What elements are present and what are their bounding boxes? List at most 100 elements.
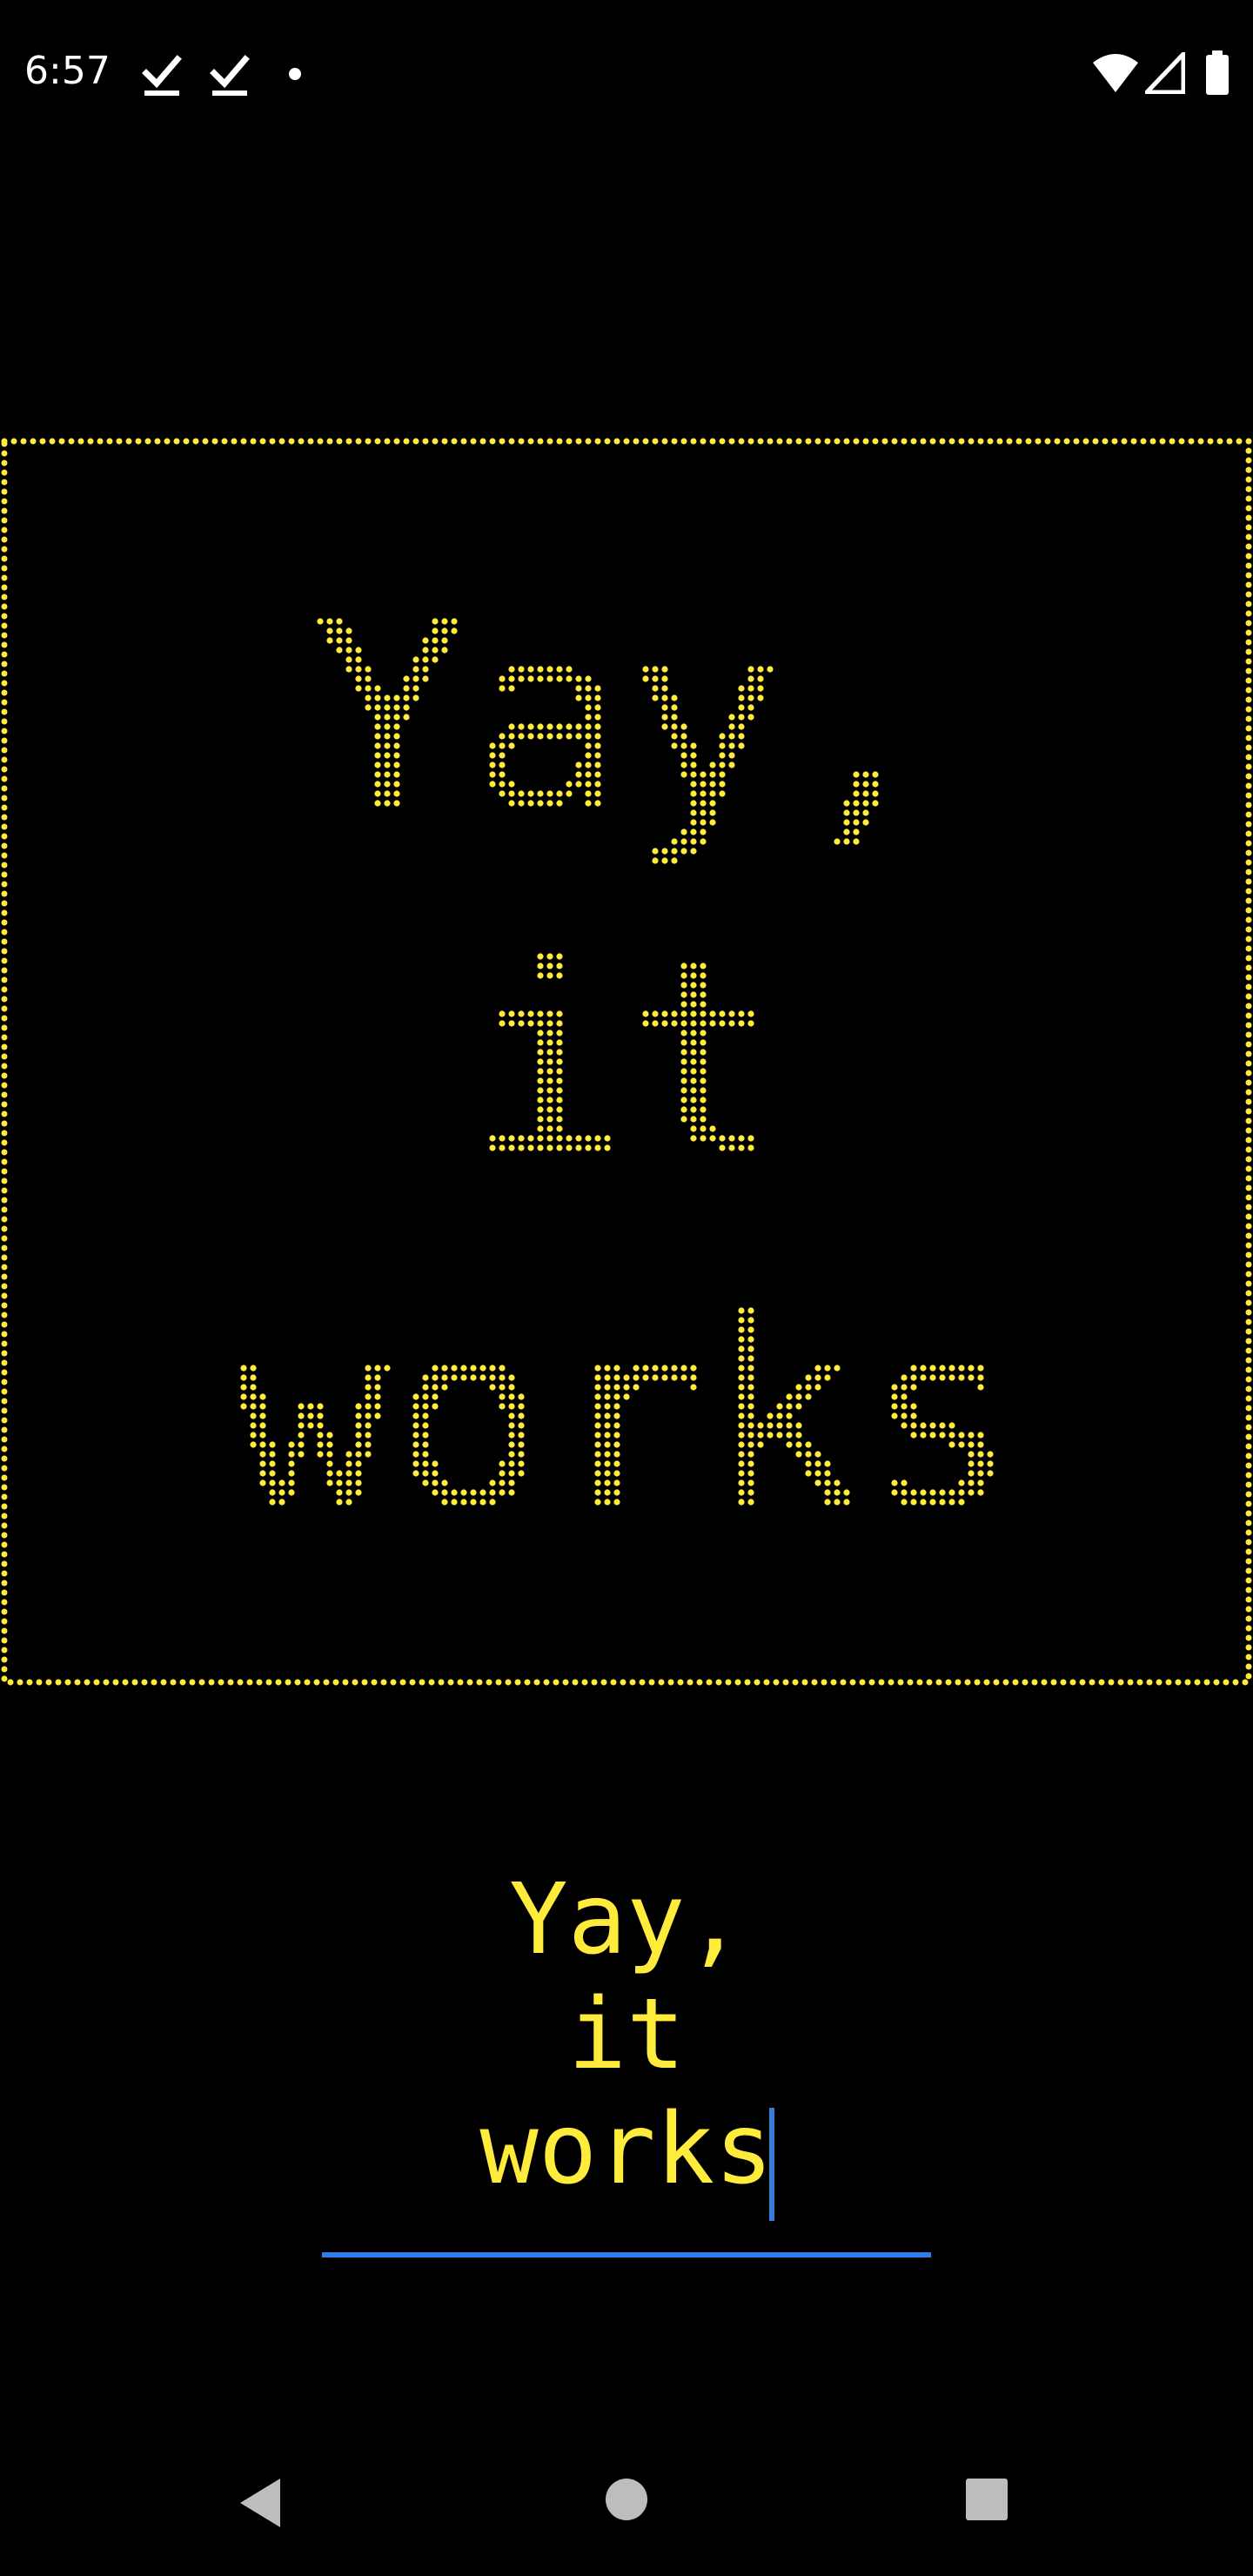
led-dot bbox=[537, 953, 544, 960]
led-dot bbox=[690, 1077, 697, 1084]
home-icon[interactable] bbox=[604, 2477, 649, 2522]
led-dot bbox=[843, 800, 850, 807]
led-dot bbox=[767, 666, 774, 673]
led-dot bbox=[690, 963, 697, 969]
led-dot bbox=[250, 1374, 257, 1381]
text-field-value[interactable]: Yay, it works bbox=[322, 1862, 931, 2207]
led-dot bbox=[546, 723, 553, 730]
led-dot bbox=[700, 982, 707, 989]
led-dot bbox=[537, 1010, 544, 1017]
led-dot bbox=[556, 723, 563, 730]
led-dot bbox=[805, 1441, 812, 1448]
led-dot bbox=[508, 1412, 515, 1419]
led-dot bbox=[508, 1374, 515, 1381]
led-dot bbox=[317, 1403, 324, 1410]
led-dot bbox=[977, 1479, 984, 1486]
led-dot bbox=[910, 1374, 917, 1381]
led-dot bbox=[642, 675, 649, 682]
led-dot bbox=[604, 1489, 611, 1496]
text-input-field[interactable]: Yay, it works bbox=[322, 1862, 931, 2258]
led-dot bbox=[671, 857, 678, 864]
led-dot bbox=[613, 1412, 620, 1419]
led-dot bbox=[384, 742, 391, 749]
led-dot bbox=[738, 1451, 745, 1458]
led-dot bbox=[546, 1116, 553, 1123]
led-dot bbox=[594, 1403, 601, 1410]
led-dot bbox=[700, 1087, 707, 1094]
led-dot bbox=[546, 1039, 553, 1046]
led-dot bbox=[508, 1470, 515, 1477]
led-dot bbox=[719, 742, 726, 749]
led-dot bbox=[432, 1403, 439, 1410]
led-dot bbox=[422, 1479, 429, 1486]
led-dot bbox=[412, 656, 419, 663]
led-dot bbox=[307, 1422, 314, 1429]
led-dot bbox=[422, 647, 429, 654]
led-dot bbox=[326, 1470, 333, 1477]
led-dot bbox=[633, 1365, 640, 1372]
led-dot bbox=[384, 694, 391, 701]
led-dot bbox=[489, 1384, 496, 1391]
led-dot bbox=[680, 1097, 687, 1104]
led-dot bbox=[393, 742, 400, 749]
led-dot bbox=[939, 1489, 946, 1496]
led-dot bbox=[709, 771, 716, 778]
text-line: works bbox=[479, 2093, 774, 2206]
led-dot bbox=[556, 1010, 563, 1017]
led-dot bbox=[862, 819, 869, 826]
led-dot bbox=[795, 1422, 802, 1429]
led-dot bbox=[374, 685, 381, 692]
led-dot bbox=[585, 771, 592, 778]
led-dot bbox=[422, 1384, 429, 1391]
led-dot bbox=[671, 1020, 678, 1027]
led-dot bbox=[824, 1460, 831, 1467]
led-dot bbox=[556, 1106, 563, 1113]
led-dot bbox=[441, 1365, 448, 1372]
led-dot bbox=[422, 666, 429, 673]
led-dot bbox=[613, 1499, 620, 1506]
led-dot bbox=[805, 1393, 812, 1400]
led-dot bbox=[700, 1020, 707, 1027]
led-dot bbox=[738, 1317, 745, 1324]
led-dot bbox=[374, 781, 381, 788]
led-dot bbox=[508, 781, 515, 788]
led-dot bbox=[365, 1393, 372, 1400]
led-dot bbox=[948, 1499, 955, 1506]
led-dot bbox=[680, 1106, 687, 1113]
led-dot bbox=[365, 1432, 372, 1439]
led-dot bbox=[345, 656, 352, 663]
led-dot bbox=[958, 1489, 965, 1496]
led-dot bbox=[412, 694, 419, 701]
recents-icon[interactable] bbox=[964, 2477, 1009, 2522]
led-dot bbox=[738, 1345, 745, 1352]
led-dot bbox=[968, 1432, 975, 1439]
led-dot bbox=[518, 723, 525, 730]
led-dot bbox=[384, 733, 391, 740]
led-dot bbox=[403, 675, 410, 682]
led-dot bbox=[891, 1412, 898, 1419]
led-dot bbox=[566, 723, 573, 730]
led-dot bbox=[518, 1441, 525, 1448]
led-dot bbox=[690, 838, 697, 845]
led-dot bbox=[432, 1489, 439, 1496]
led-dot bbox=[747, 1010, 754, 1017]
led-dot bbox=[652, 685, 659, 692]
led-dot bbox=[824, 1499, 831, 1506]
led-dot bbox=[546, 953, 553, 960]
led-dot bbox=[661, 1374, 668, 1381]
led-dot bbox=[747, 675, 754, 682]
led-dot bbox=[566, 733, 573, 740]
led-dot bbox=[355, 666, 362, 673]
led-dot bbox=[680, 1058, 687, 1065]
led-dot bbox=[929, 1489, 936, 1496]
led-dot bbox=[747, 714, 754, 721]
back-icon[interactable] bbox=[237, 2475, 285, 2531]
led-dot bbox=[537, 1058, 544, 1065]
led-dot bbox=[661, 666, 668, 673]
led-dot bbox=[374, 1374, 381, 1381]
led-dot bbox=[594, 790, 601, 797]
led-dot bbox=[556, 1068, 563, 1075]
led-dot bbox=[527, 1144, 534, 1151]
led-dot bbox=[690, 1384, 697, 1391]
led-dot bbox=[594, 1393, 601, 1400]
